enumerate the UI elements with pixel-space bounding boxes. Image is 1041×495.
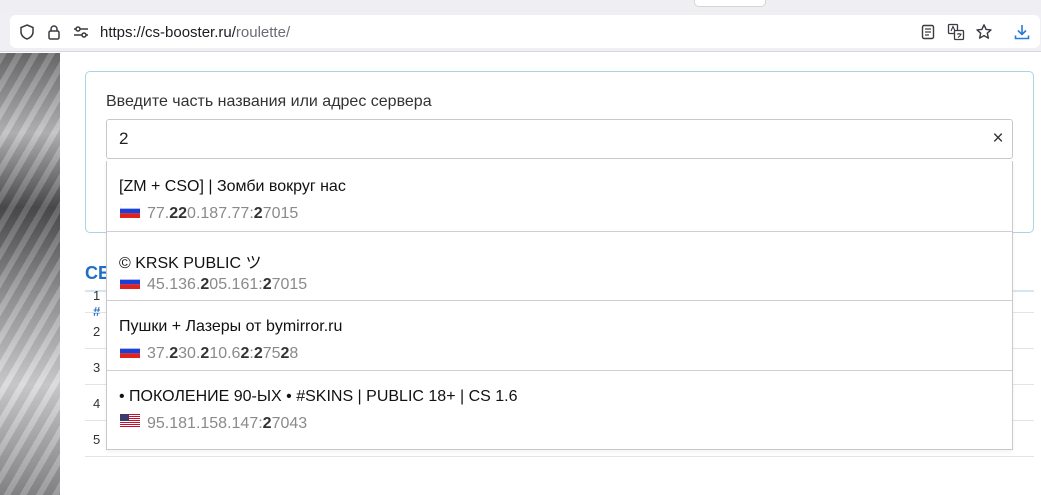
- search-label: Введите часть названия или адрес сервера: [106, 93, 432, 110]
- server-address: 45.136.205.161:27015: [147, 276, 307, 294]
- browser-tab-strip: [0, 0, 1041, 12]
- address-part: 45.136.: [147, 276, 201, 293]
- address-match: 22: [169, 205, 188, 222]
- server-search-input[interactable]: [106, 119, 1013, 159]
- background-image: [0, 53, 60, 495]
- reader-view-icon[interactable]: [919, 23, 937, 41]
- browser-tab[interactable]: [694, 0, 766, 7]
- address-part: 95.181.158.147:: [147, 415, 263, 432]
- browser-toolbar: https://cs-booster.ru/roulette/: [0, 12, 1041, 52]
- row-num: 3: [93, 360, 101, 375]
- row-num: 5: [93, 432, 101, 447]
- row-num: 4: [93, 396, 101, 411]
- address-match: 2: [262, 276, 272, 293]
- dropdown-option[interactable]: • ПОКОЛЕНИЕ 90-ЫХ • #SKINS | PUBLIC 18+ …: [107, 370, 1012, 440]
- address-match: 2: [169, 345, 179, 362]
- lock-icon[interactable]: [45, 23, 63, 41]
- address-match: 2: [253, 345, 263, 362]
- autocomplete-dropdown: [ZM + CSO] | Зомби вокруг нас 77.220.187.…: [106, 161, 1013, 450]
- url-path: roulette/: [235, 24, 291, 41]
- address-part: 8: [289, 345, 299, 362]
- dropdown-option[interactable]: © KRSK PUBLIC ツ 45.136.205.161:27015: [107, 231, 1012, 301]
- server-address: 95.181.158.147:27043: [147, 415, 307, 433]
- server-name: [ZM + CSO] | Зомби вокруг нас: [119, 178, 346, 195]
- server-address: 77.220.187.77:27015: [147, 205, 298, 223]
- address-part: 0.187.77:: [187, 205, 254, 222]
- url-host: https://cs-booster.ru/: [100, 24, 236, 41]
- address-part: 75: [262, 345, 281, 362]
- server-name: Пушки + Лазеры от bymirror.ru: [119, 318, 343, 335]
- address-match: 2: [200, 345, 210, 362]
- server-address: 37.230.210.62:27528: [147, 345, 298, 363]
- shield-icon[interactable]: [18, 23, 36, 41]
- us-flag-icon: [120, 414, 140, 428]
- address-part: 7015: [262, 205, 299, 222]
- dropdown-option[interactable]: [ZM + CSO] | Зомби вокруг нас 77.220.187.…: [107, 161, 1012, 231]
- row-num: 1: [93, 288, 101, 303]
- bookmark-star-icon[interactable]: [975, 23, 993, 41]
- address-part: 05.161:: [209, 276, 263, 293]
- ru-flag-icon: [120, 204, 140, 218]
- clear-icon[interactable]: ×: [988, 129, 1008, 149]
- site-permissions-icon[interactable]: [72, 23, 90, 41]
- address-part: 7043: [271, 415, 308, 432]
- address-part: 7015: [271, 276, 308, 293]
- address-bar[interactable]: https://cs-booster.ru/roulette/: [10, 15, 1040, 48]
- translate-icon[interactable]: [947, 23, 965, 41]
- ru-flag-icon: [120, 344, 140, 358]
- url-text[interactable]: https://cs-booster.ru/roulette/: [100, 24, 290, 41]
- server-name: © KRSK PUBLIC ツ: [119, 255, 262, 272]
- download-icon[interactable]: [1013, 23, 1031, 41]
- address-match: 2: [200, 276, 210, 293]
- row-num: 2: [93, 324, 101, 339]
- address-part: 30.: [178, 345, 201, 362]
- address-part: 37.: [147, 345, 170, 362]
- ru-flag-icon: [120, 275, 140, 289]
- server-name: • ПОКОЛЕНИЕ 90-ЫХ • #SKINS | PUBLIC 18+ …: [119, 388, 518, 405]
- address-part: 77.: [147, 205, 170, 222]
- address-part: 10.6: [209, 345, 241, 362]
- dropdown-option[interactable]: Пушки + Лазеры от bymirror.ru 37.230.210.…: [107, 300, 1012, 370]
- address-match: 2: [253, 205, 263, 222]
- address-match: 2: [262, 415, 272, 432]
